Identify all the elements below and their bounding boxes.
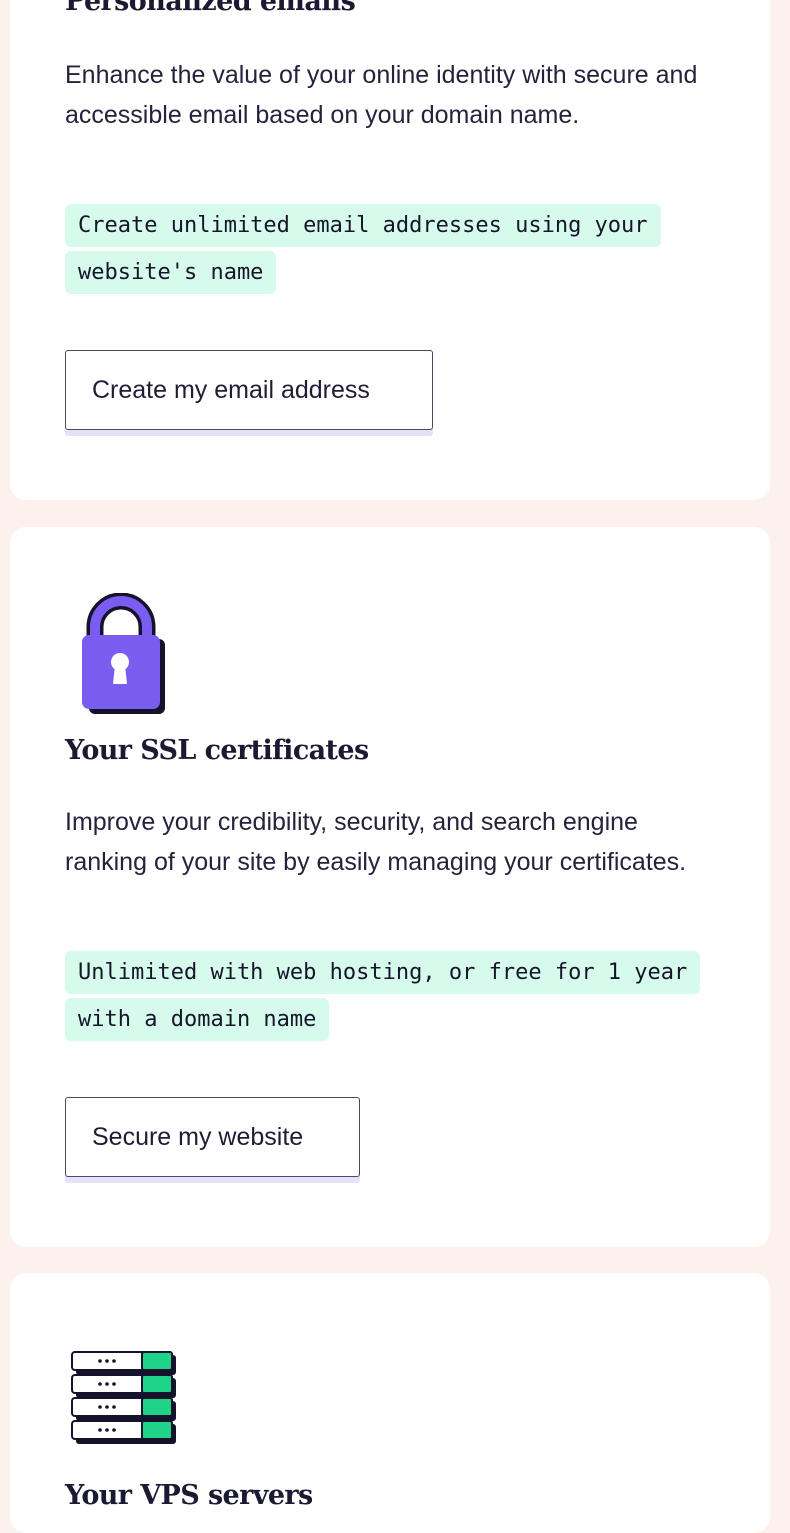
- ssl-card-highlight-text: Unlimited with web hosting, or free for …: [65, 951, 701, 1041]
- ssl-card-description: Improve your credibility, security, and …: [65, 808, 687, 876]
- padlock-icon: [70, 592, 170, 722]
- ssl-card-highlight: Unlimited with web hosting, or free for …: [65, 949, 735, 1043]
- create-email-button[interactable]: Create my email address: [65, 350, 433, 430]
- server-stack-icon: [70, 1351, 180, 1456]
- email-card-highlight: Create unlimited email addresses using y…: [65, 202, 735, 296]
- ssl-card: Your SSL certificates Improve your credi…: [10, 527, 770, 1247]
- email-card: Personalized emails Enhance the value of…: [10, 0, 770, 500]
- vps-card-title: Your VPS servers: [65, 1480, 313, 1511]
- secure-website-button[interactable]: Secure my website: [65, 1097, 360, 1177]
- vps-card: Your VPS servers: [10, 1273, 770, 1533]
- email-card-highlight-text: Create unlimited email addresses using y…: [65, 204, 661, 294]
- email-card-description: Enhance the value of your online identit…: [65, 61, 698, 129]
- email-card-title: Personalized emails: [65, 0, 356, 17]
- ssl-card-title: Your SSL certificates: [65, 735, 369, 766]
